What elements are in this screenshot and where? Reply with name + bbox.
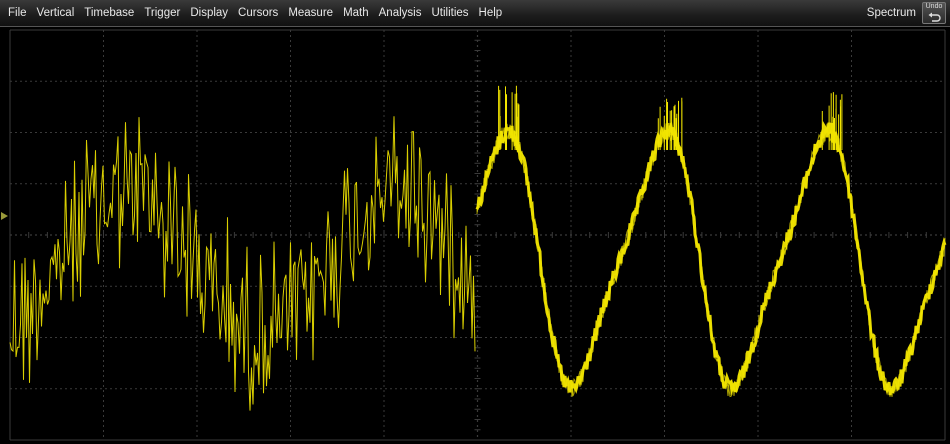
spectrum-button[interactable]: Spectrum bbox=[861, 0, 922, 27]
menu-file[interactable]: File bbox=[3, 0, 32, 27]
menu-trigger[interactable]: Trigger bbox=[139, 0, 185, 27]
graticule bbox=[9, 29, 946, 441]
undo-arrow-icon bbox=[928, 12, 941, 22]
menu-cursors[interactable]: Cursors bbox=[233, 0, 283, 27]
channel-1-marker bbox=[1, 212, 8, 220]
menu-math[interactable]: Math bbox=[338, 0, 374, 27]
waveform-display[interactable] bbox=[0, 28, 950, 444]
noisy-trace-segment bbox=[9, 116, 476, 411]
menu-analysis[interactable]: Analysis bbox=[374, 0, 427, 27]
menubar-right: Spectrum Undo bbox=[861, 0, 950, 26]
undo-button[interactable]: Undo bbox=[922, 2, 946, 24]
menu-timebase[interactable]: Timebase bbox=[79, 0, 139, 27]
menu-bar: File Vertical Timebase Trigger Display C… bbox=[0, 0, 950, 27]
menu-display[interactable]: Display bbox=[185, 0, 233, 27]
menu-utilities[interactable]: Utilities bbox=[426, 0, 473, 27]
menu-help[interactable]: Help bbox=[474, 0, 508, 27]
undo-label: Undo bbox=[925, 3, 943, 10]
menu-vertical[interactable]: Vertical bbox=[32, 0, 80, 27]
menu-measure[interactable]: Measure bbox=[283, 0, 338, 27]
waveform-canvas bbox=[1, 29, 947, 441]
menu-list: File Vertical Timebase Trigger Display C… bbox=[0, 0, 507, 26]
clean-trace-segment bbox=[475, 120, 947, 396]
